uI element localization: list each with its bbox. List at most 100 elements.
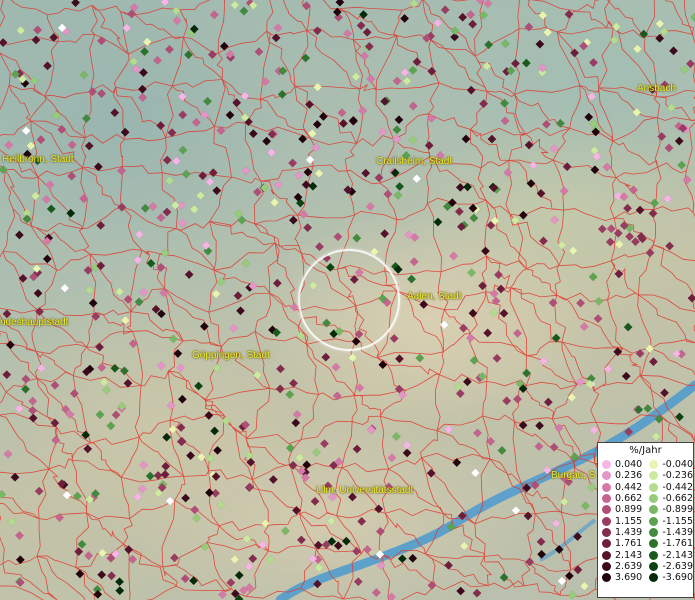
point-marker-negative[interactable] [614, 239, 624, 249]
point-marker-positive[interactable] [536, 188, 546, 198]
point-marker-positive[interactable] [355, 383, 365, 393]
point-marker-positive[interactable] [588, 57, 599, 68]
point-marker-negative[interactable] [579, 581, 590, 591]
point-marker-positive[interactable] [291, 505, 302, 515]
point-marker-positive[interactable] [518, 210, 528, 220]
point-marker-positive[interactable] [190, 505, 200, 515]
point-marker-positive[interactable] [244, 561, 254, 571]
point-marker-negative[interactable] [538, 10, 548, 20]
point-marker-positive[interactable] [456, 586, 466, 596]
point-marker-positive[interactable] [512, 328, 523, 338]
point-marker-positive[interactable] [572, 531, 583, 542]
point-marker-negative[interactable] [239, 6, 249, 16]
point-marker-positive[interactable] [443, 560, 454, 570]
point-marker-negative[interactable] [165, 176, 175, 186]
point-marker-positive[interactable] [111, 410, 121, 420]
point-marker-positive[interactable] [87, 87, 98, 97]
point-marker-positive[interactable] [292, 409, 302, 420]
point-marker-negative[interactable] [114, 577, 125, 587]
point-marker-positive[interactable] [549, 144, 559, 154]
point-marker-positive[interactable] [597, 224, 607, 234]
point-marker-positive[interactable] [486, 436, 496, 446]
point-marker-positive[interactable] [386, 592, 397, 600]
point-marker-positive[interactable] [272, 278, 282, 288]
point-marker-positive[interactable] [226, 578, 236, 588]
point-marker-positive[interactable] [426, 113, 437, 123]
point-marker-positive[interactable] [273, 180, 283, 190]
point-marker-positive[interactable] [139, 460, 149, 470]
point-marker-positive[interactable] [312, 26, 322, 36]
point-marker-positive[interactable] [291, 418, 301, 428]
point-marker-negative[interactable] [0, 489, 7, 499]
point-marker-positive[interactable] [162, 207, 172, 217]
point-marker-positive[interactable] [288, 215, 298, 225]
point-marker-negative[interactable] [679, 65, 689, 75]
point-marker-negative[interactable] [568, 246, 578, 256]
point-marker-positive[interactable] [466, 10, 476, 20]
point-marker-positive[interactable] [248, 554, 258, 564]
point-marker-positive[interactable] [554, 423, 564, 433]
point-marker-positive[interactable] [207, 50, 217, 60]
point-marker-negative[interactable] [252, 370, 262, 380]
point-marker-positive[interactable] [426, 468, 436, 478]
point-marker-negative[interactable] [162, 432, 172, 442]
point-marker-positive[interactable] [94, 342, 105, 352]
point-marker-negative[interactable] [146, 258, 156, 268]
point-marker-positive[interactable] [133, 255, 143, 265]
point-marker-positive[interactable] [554, 544, 564, 555]
point-marker-positive[interactable] [614, 269, 624, 279]
point-marker-positive[interactable] [128, 554, 138, 564]
point-marker-positive[interactable] [402, 448, 412, 458]
point-marker-positive[interactable] [466, 85, 476, 95]
point-marker-positive[interactable] [116, 166, 127, 176]
point-marker-positive[interactable] [480, 246, 491, 256]
point-marker-positive[interactable] [342, 29, 353, 39]
point-marker-positive[interactable] [433, 18, 443, 28]
point-marker-positive[interactable] [96, 36, 107, 46]
point-marker-negative[interactable] [397, 554, 407, 564]
point-marker-positive[interactable] [535, 39, 545, 49]
point-marker-positive[interactable] [31, 35, 41, 45]
point-marker-negative[interactable] [221, 416, 231, 426]
point-marker-positive[interactable] [318, 111, 328, 122]
point-marker-positive[interactable] [472, 588, 482, 598]
point-marker-positive[interactable] [93, 162, 103, 172]
point-marker-positive[interactable] [443, 424, 454, 435]
point-marker-positive[interactable] [123, 294, 133, 304]
point-marker-positive[interactable] [352, 444, 362, 454]
point-marker-positive[interactable] [496, 284, 506, 294]
point-marker-positive[interactable] [491, 296, 501, 306]
point-marker-positive[interactable] [522, 483, 532, 493]
point-marker-positive[interactable] [665, 241, 675, 251]
point-marker-positive[interactable] [160, 469, 170, 480]
point-marker-positive[interactable] [606, 224, 616, 234]
point-marker-positive[interactable] [400, 13, 410, 24]
point-marker-positive[interactable] [402, 440, 412, 450]
point-marker-positive[interactable] [541, 119, 552, 129]
point-marker-negative[interactable] [408, 135, 418, 145]
point-marker-positive[interactable] [389, 333, 399, 344]
point-marker-positive[interactable] [153, 470, 163, 481]
point-marker-positive[interactable] [216, 125, 226, 136]
point-marker-negative[interactable] [95, 410, 105, 420]
point-marker-negative[interactable] [230, 0, 240, 10]
point-marker-negative[interactable] [358, 9, 369, 20]
point-marker-negative[interactable] [557, 240, 567, 250]
point-marker-positive[interactable] [266, 147, 277, 158]
point-marker-positive[interactable] [273, 23, 283, 33]
point-marker-negative[interactable] [587, 482, 597, 492]
point-marker-negative[interactable] [459, 541, 469, 551]
point-marker-positive[interactable] [472, 428, 483, 438]
point-marker-positive[interactable] [159, 288, 169, 298]
point-marker-positive[interactable] [356, 20, 366, 31]
point-marker-negative[interactable] [567, 392, 577, 403]
point-marker-positive[interactable] [245, 482, 255, 492]
point-marker-positive[interactable] [535, 421, 545, 431]
point-marker-positive[interactable] [449, 251, 459, 261]
point-marker-positive[interactable] [358, 106, 368, 116]
point-marker-positive[interactable] [455, 388, 465, 399]
point-marker-positive[interactable] [84, 141, 94, 151]
point-marker-positive[interactable] [248, 129, 258, 139]
point-marker-positive[interactable] [122, 23, 132, 33]
point-marker-negative[interactable] [280, 526, 291, 536]
